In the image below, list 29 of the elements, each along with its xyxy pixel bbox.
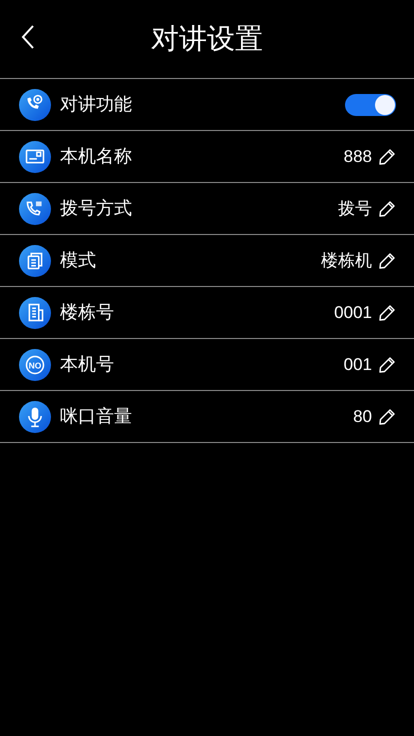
row-icon: [19, 192, 51, 224]
toggle-switch[interactable]: [345, 94, 396, 116]
setting-label: 拨号方式: [60, 197, 133, 220]
setting-value: 拨号: [338, 198, 372, 220]
edit-icon[interactable]: [378, 148, 396, 166]
row-icon: [19, 88, 51, 120]
edit-icon[interactable]: [378, 408, 396, 426]
edit-icon[interactable]: [378, 252, 396, 270]
row-icon: [19, 400, 51, 432]
setting-label: 本机号: [60, 353, 115, 376]
setting-label: 对讲功能: [60, 93, 133, 116]
setting-value: 001: [344, 354, 372, 376]
setting-label: 楼栋号: [60, 301, 115, 324]
row-icon: [19, 244, 51, 276]
edit-icon[interactable]: [378, 356, 396, 374]
edit-icon[interactable]: [378, 304, 396, 322]
setting-value: 80: [353, 406, 372, 428]
setting-label: 本机名称: [60, 145, 133, 168]
row-icon: [19, 296, 51, 328]
edit-icon[interactable]: [378, 200, 396, 218]
row-icon: [19, 140, 51, 172]
setting-value: 0001: [334, 302, 372, 324]
page-title: 对讲设置: [151, 25, 263, 53]
setting-label: 模式: [60, 249, 97, 272]
setting-value: 888: [344, 146, 372, 168]
setting-value: 楼栋机: [321, 250, 372, 272]
setting-label: 咪口音量: [60, 405, 133, 428]
row-icon: NO: [19, 348, 51, 380]
back-icon: [21, 24, 35, 50]
